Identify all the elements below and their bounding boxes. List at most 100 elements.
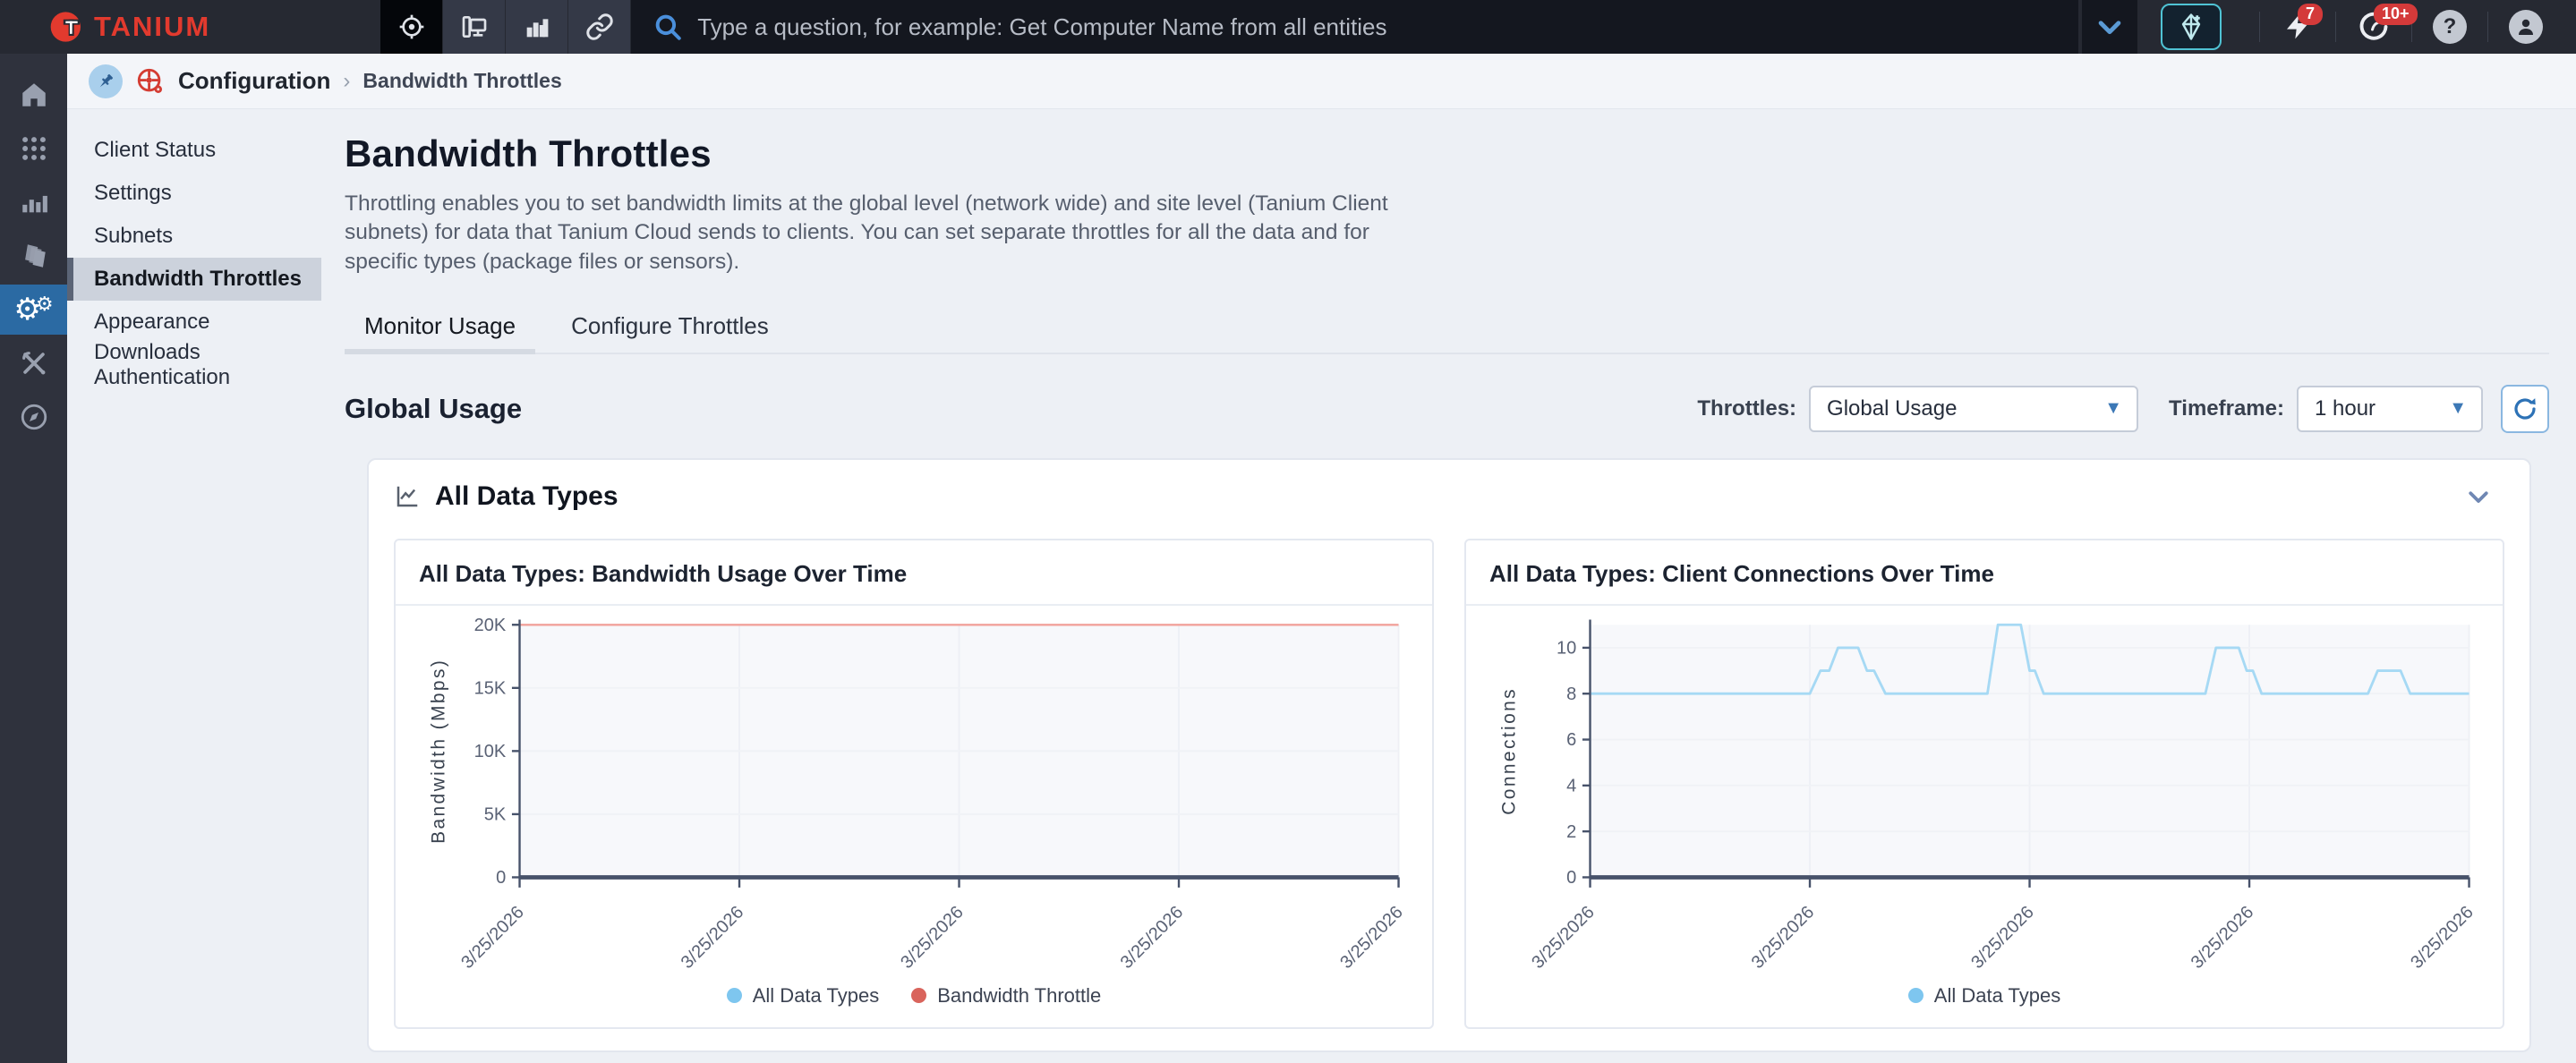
legend-item[interactable]: All Data Types <box>727 984 879 1008</box>
charts-row: All Data Types: Bandwidth Usage Over Tim… <box>394 539 2504 1029</box>
question-mode-switcher <box>380 0 631 54</box>
tanium-logo-text: TANIUM <box>94 11 210 43</box>
svg-text:3/25/2026: 3/25/2026 <box>897 902 968 973</box>
legend-item[interactable]: Bandwidth Throttle <box>911 984 1101 1008</box>
rail-explore-button[interactable] <box>0 392 67 442</box>
svg-text:3/25/2026: 3/25/2026 <box>678 902 748 973</box>
svg-text:3/25/2026: 3/25/2026 <box>1748 902 1819 973</box>
app-shell: ⚙⚙ Configuratio <box>0 54 2576 1063</box>
breadcrumb-module-link[interactable]: Configuration <box>178 67 330 95</box>
rail-home-button[interactable] <box>0 70 67 120</box>
metrics-mode-button[interactable] <box>506 0 568 54</box>
compass-icon <box>19 402 49 432</box>
bar-chart-icon <box>523 13 551 41</box>
sidebar-item-subnets[interactable]: Subnets <box>67 215 321 258</box>
connections-chart-title: All Data Types: Client Connections Over … <box>1489 560 2479 588</box>
panel-divider <box>396 604 1432 606</box>
configuration-module-icon <box>135 66 166 97</box>
activity-button[interactable]: 10+ <box>2354 7 2393 47</box>
configuration-sidebar: Client Status Settings Subnets Bandwidth… <box>67 109 336 1063</box>
svg-text:3/25/2026: 3/25/2026 <box>1117 902 1188 973</box>
legend-dot-icon <box>1908 988 1923 1003</box>
topbar-separator <box>2487 12 2488 42</box>
svg-text:15K: 15K <box>474 678 507 698</box>
breadcrumb-current-page: Bandwidth Throttles <box>363 69 561 93</box>
all-data-types-card: All Data Types All Data Types: Bandwidth… <box>367 458 2531 1052</box>
sidebar-item-settings[interactable]: Settings <box>67 172 321 215</box>
tab-bar: Monitor Usage Configure Throttles <box>345 303 2549 354</box>
crosshair-icon <box>397 13 426 41</box>
timeframe-select-value: 1 hour <box>2315 396 2376 421</box>
svg-text:3/25/2026: 3/25/2026 <box>1528 902 1599 973</box>
client-connections-chart: 02468103/25/20263/25/20263/25/20263/25/2… <box>1489 611 2479 978</box>
user-menu-button[interactable] <box>2506 7 2546 47</box>
top-bar: TANIUM <box>0 0 2576 54</box>
svg-text:0: 0 <box>496 868 506 888</box>
rail-configuration-button[interactable]: ⚙⚙ <box>0 285 67 335</box>
legend-label: All Data Types <box>1934 984 2060 1008</box>
legend-item[interactable]: All Data Types <box>1908 984 2060 1008</box>
bandwidth-chart-title: All Data Types: Bandwidth Usage Over Tim… <box>419 560 1409 588</box>
computer-icon <box>460 13 489 41</box>
tab-monitor-usage[interactable]: Monitor Usage <box>345 303 535 353</box>
sidebar-item-appearance[interactable]: Appearance <box>67 301 321 344</box>
topbar-separator <box>2335 12 2336 42</box>
search-expand-chevron[interactable] <box>2082 0 2137 54</box>
prism-sparkle-icon <box>2175 11 2207 43</box>
svg-text:3/25/2026: 3/25/2026 <box>1336 902 1407 973</box>
sidebar-item-downloads-authentication[interactable]: Downloads Authentication <box>67 344 321 387</box>
notifications-button[interactable]: 7 <box>2278 7 2317 47</box>
tanium-logo-icon <box>49 9 85 45</box>
svg-text:Connections: Connections <box>1499 687 1520 815</box>
rail-administration-button[interactable] <box>0 338 67 388</box>
svg-text:3/25/2026: 3/25/2026 <box>2188 902 2258 973</box>
svg-text:5K: 5K <box>484 805 507 825</box>
tools-icon <box>19 348 49 378</box>
rail-reporting-button[interactable] <box>0 177 67 227</box>
svg-text:10: 10 <box>1557 639 1576 659</box>
legend-dot-icon <box>911 988 926 1003</box>
topbar-gap <box>246 0 380 54</box>
help-button[interactable]: ? <box>2430 7 2469 47</box>
topbar-separator <box>2259 12 2260 42</box>
ai-assistant-button[interactable] <box>2161 4 2222 50</box>
throttles-select-value: Global Usage <box>1827 396 1957 421</box>
svg-text:Bandwidth (Mbps): Bandwidth (Mbps) <box>429 659 449 844</box>
rail-modules-button[interactable] <box>0 123 67 174</box>
pin-button[interactable] <box>89 64 123 98</box>
interact-target-mode-button[interactable] <box>380 0 443 54</box>
svg-text:8: 8 <box>1566 685 1576 704</box>
connect-mode-button[interactable] <box>568 0 631 54</box>
gears-icon: ⚙⚙ <box>13 294 53 325</box>
rail-content-button[interactable] <box>0 231 67 281</box>
link-icon <box>585 13 614 41</box>
chevron-down-icon <box>2094 12 2125 42</box>
tanium-logo[interactable]: TANIUM <box>0 0 246 54</box>
body-row: Client Status Settings Subnets Bandwidth… <box>67 109 2576 1063</box>
bandwidth-chart-panel: All Data Types: Bandwidth Usage Over Tim… <box>394 539 1434 1029</box>
select-caret-icon: ▼ <box>2431 398 2467 419</box>
sidebar-item-bandwidth-throttles[interactable]: Bandwidth Throttles <box>67 258 321 301</box>
connections-chart-panel: All Data Types: Client Connections Over … <box>1464 539 2504 1029</box>
svg-text:3/25/2026: 3/25/2026 <box>2407 902 2478 973</box>
tab-configure-throttles[interactable]: Configure Throttles <box>551 303 789 353</box>
all-data-types-header[interactable]: All Data Types <box>394 481 2504 512</box>
collapse-chevron-down-icon[interactable] <box>2465 483 2492 510</box>
search-input[interactable] <box>697 13 2057 41</box>
throttles-label: Throttles: <box>1697 396 1796 421</box>
section-title-global-usage: Global Usage <box>345 393 522 425</box>
legend-label: All Data Types <box>753 984 879 1008</box>
throttles-select[interactable]: Global Usage ▼ <box>1809 386 2138 432</box>
svg-text:10K: 10K <box>474 742 507 761</box>
breadcrumb: Configuration › Bandwidth Throttles <box>67 54 2576 109</box>
svg-text:4: 4 <box>1566 777 1576 796</box>
endpoints-mode-button[interactable] <box>443 0 506 54</box>
refresh-icon <box>2512 395 2538 422</box>
question-search-bar <box>631 0 2078 54</box>
refresh-button[interactable] <box>2501 385 2549 433</box>
sidebar-item-client-status[interactable]: Client Status <box>67 129 321 172</box>
bandwidth-chart-legend: All Data Types Bandwidth Throttle <box>419 984 1409 1015</box>
legend-label: Bandwidth Throttle <box>937 984 1101 1008</box>
topbar-actions: 7 10+ ? <box>2137 0 2576 54</box>
timeframe-select[interactable]: 1 hour ▼ <box>2297 386 2483 432</box>
